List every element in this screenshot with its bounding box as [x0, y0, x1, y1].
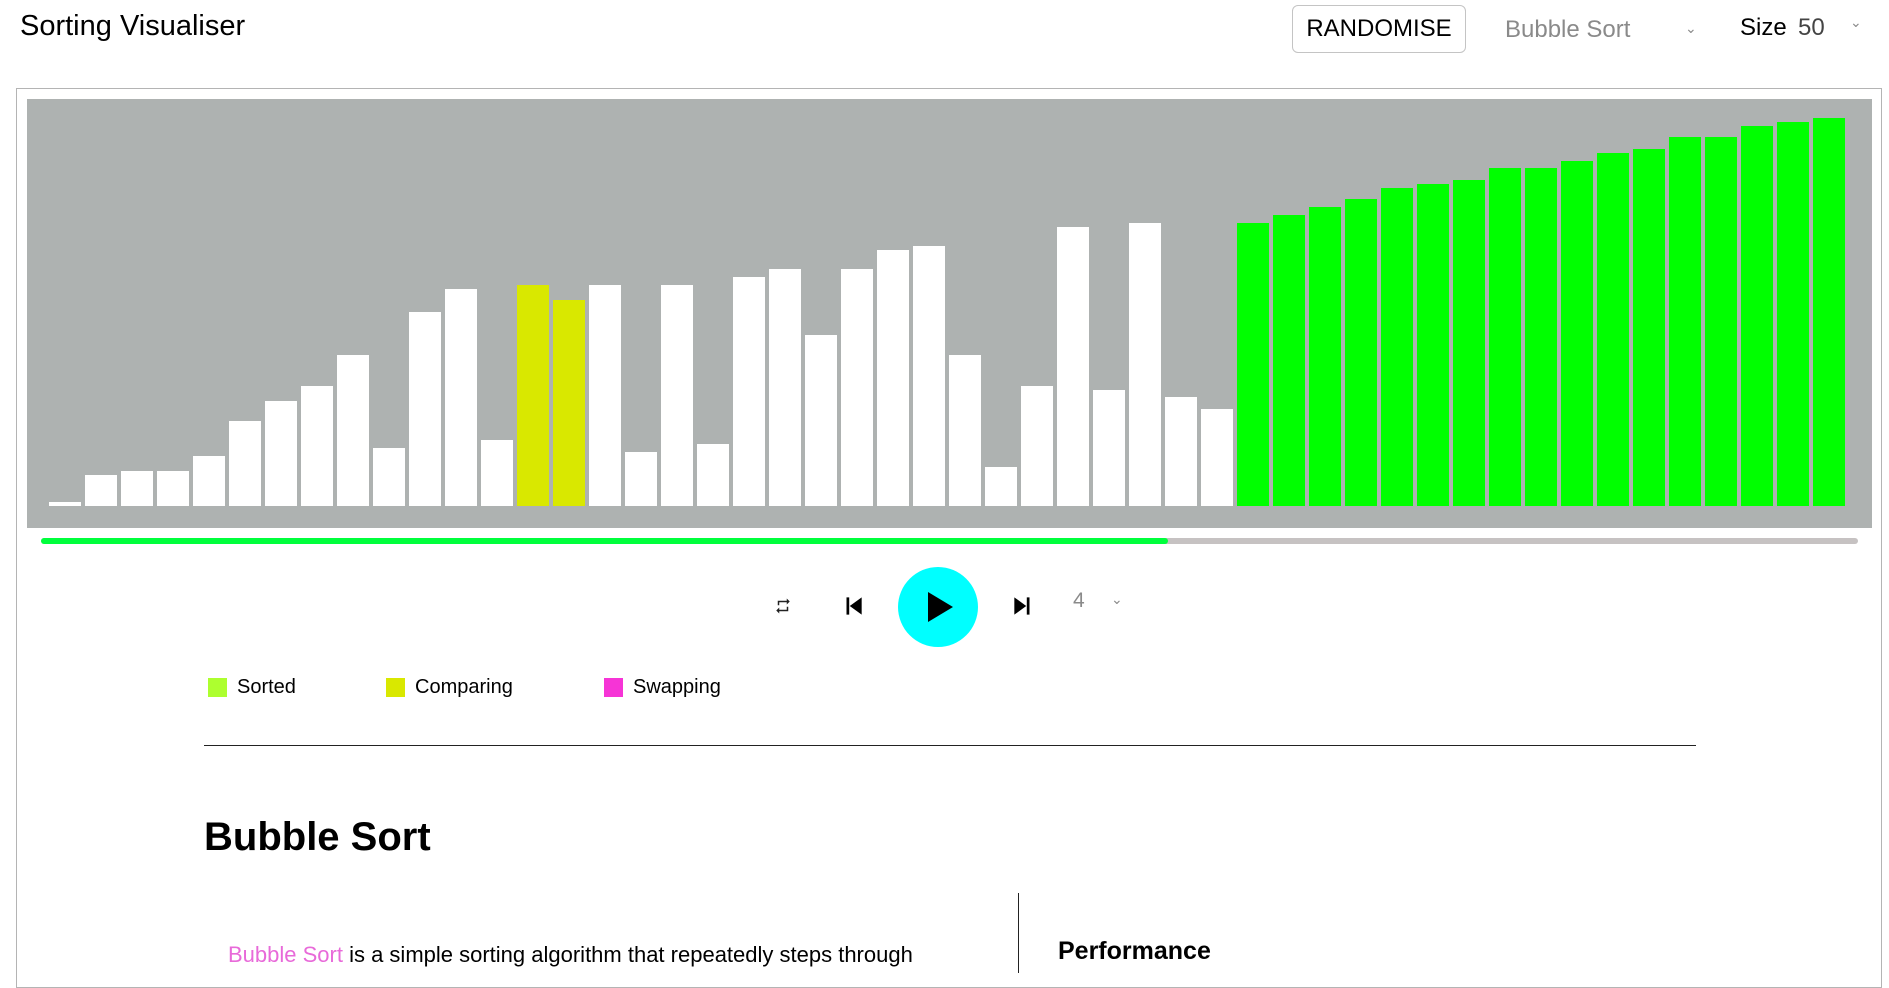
bar-unsorted [913, 246, 945, 506]
algorithm-select-value: Bubble Sort [1505, 16, 1631, 43]
bar-comparing [553, 300, 585, 506]
skip-previous-icon [846, 597, 862, 615]
bar-sorted [1489, 168, 1521, 506]
bar-unsorted [949, 354, 981, 506]
legend-label: Comparing [415, 676, 513, 698]
bar-sorted [1597, 152, 1629, 506]
randomise-button[interactable]: RANDOMISE [1292, 5, 1466, 53]
bar-unsorted [733, 277, 765, 506]
bar-sorted [1345, 199, 1377, 506]
bar-unsorted [805, 335, 837, 506]
top-bar: Sorting Visualiser RANDOMISE Bubble Sort… [0, 0, 1889, 68]
bar-sorted [1525, 168, 1557, 506]
play-button[interactable] [898, 567, 978, 647]
bar-unsorted [445, 288, 477, 506]
bar-unsorted [1057, 226, 1089, 506]
bar-unsorted [301, 385, 333, 506]
bar-unsorted [481, 440, 513, 506]
legend-item-swapping: Swapping [604, 676, 721, 699]
previous-step-button[interactable] [838, 591, 868, 621]
legend-swatch [208, 678, 227, 697]
bar-sorted [1273, 215, 1305, 506]
size-select-value: 50 [1798, 14, 1825, 41]
bar-unsorted [877, 249, 909, 506]
bar-sorted [1237, 222, 1269, 506]
section-divider [204, 745, 1696, 746]
bar-sorted [1417, 183, 1449, 506]
bar-unsorted [1165, 397, 1197, 506]
progress-slider[interactable] [41, 538, 1858, 544]
app-title: Sorting Visualiser [20, 10, 246, 42]
legend-label: Swapping [633, 676, 721, 698]
bar-chart [27, 99, 1872, 528]
chevron-down-icon: ⌄ [1111, 591, 1123, 607]
performance-heading: Performance [1058, 937, 1211, 965]
repeat-icon [776, 598, 790, 614]
chevron-down-icon: ⌄ [1850, 14, 1862, 30]
legend-label: Sorted [237, 676, 296, 698]
description-text: is a simple sorting algorithm that repea… [342, 942, 913, 967]
column-divider [1018, 893, 1019, 973]
size-select[interactable]: 50 ⌄ [1798, 14, 1868, 48]
bar-sorted [1705, 137, 1737, 506]
playback-controls: 4 ⌄ [0, 567, 1889, 647]
bar-unsorted [661, 284, 693, 506]
bar-sorted [1453, 180, 1485, 506]
bar-sorted [1813, 118, 1845, 506]
bar-unsorted [85, 474, 117, 506]
bar-unsorted [373, 447, 405, 506]
algorithm-description: Bubble Sort is a simple sorting algorith… [228, 942, 913, 968]
bar-unsorted [265, 401, 297, 506]
progress-fill [41, 538, 1168, 544]
bar-unsorted [589, 284, 621, 506]
algorithm-select[interactable]: Bubble Sort ⌄ [1505, 10, 1705, 50]
bar-sorted [1669, 137, 1701, 506]
bar-sorted [1741, 125, 1773, 506]
legend-item-comparing: Comparing [386, 676, 513, 699]
bar-unsorted [769, 269, 801, 506]
legend-swatch [604, 678, 623, 697]
algorithm-link[interactable]: Bubble Sort [228, 942, 343, 967]
speed-value: 4 [1073, 589, 1085, 612]
bar-unsorted [409, 312, 441, 506]
play-icon [928, 592, 953, 622]
bar-unsorted [121, 471, 153, 506]
speed-select[interactable]: 4 ⌄ [1073, 589, 1123, 613]
chevron-down-icon: ⌄ [1685, 20, 1697, 36]
next-step-button[interactable] [1008, 591, 1038, 621]
bar-comparing [517, 284, 549, 506]
bar-unsorted [1201, 409, 1233, 506]
legend-item-sorted: Sorted [208, 676, 296, 699]
bar-unsorted [625, 451, 657, 506]
bar-sorted [1561, 160, 1593, 506]
bar-sorted [1309, 207, 1341, 506]
skip-next-icon [1014, 597, 1030, 615]
bar-unsorted [1129, 222, 1161, 506]
algorithm-heading: Bubble Sort [204, 815, 431, 859]
size-label: Size [1740, 14, 1787, 41]
bar-unsorted [697, 443, 729, 506]
legend-swatch [386, 678, 405, 697]
bar-unsorted [337, 354, 369, 506]
repeat-button[interactable] [772, 595, 794, 617]
bar-unsorted [1021, 385, 1053, 506]
bar-unsorted [193, 455, 225, 506]
bar-sorted [1633, 149, 1665, 506]
bar-unsorted [157, 471, 189, 506]
bar-unsorted [49, 502, 81, 506]
bar-unsorted [1093, 389, 1125, 506]
bar-sorted [1777, 121, 1809, 506]
bar-unsorted [841, 269, 873, 506]
bar-sorted [1381, 187, 1413, 506]
bar-unsorted [229, 420, 261, 506]
bar-unsorted [985, 467, 1017, 506]
